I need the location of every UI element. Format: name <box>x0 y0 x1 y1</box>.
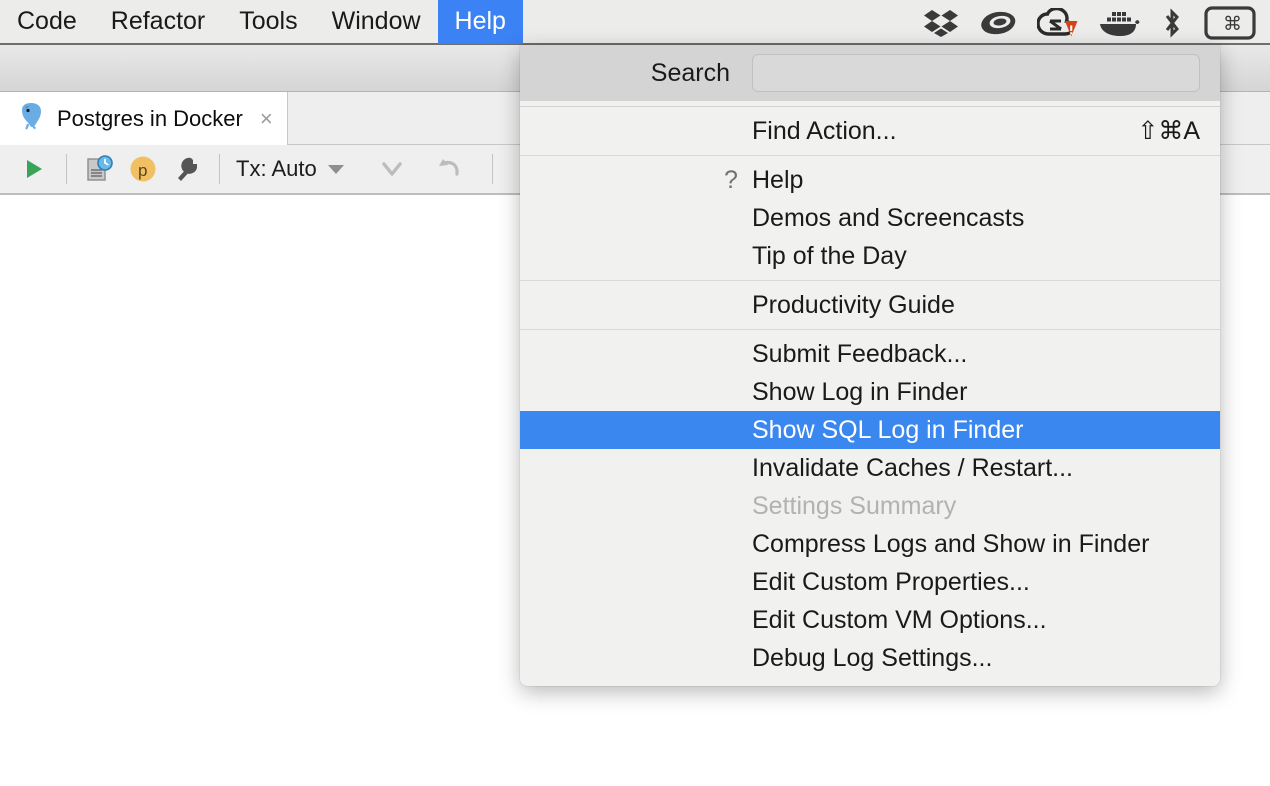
menu-item-label: Show SQL Log in Finder <box>752 415 1024 444</box>
menu-item-edit-custom-vm-options[interactable]: Edit Custom VM Options... <box>520 601 1220 639</box>
menu-bar-item-help[interactable]: Help <box>437 0 523 44</box>
menu-item-compress-logs-and-show-in-finder[interactable]: Compress Logs and Show in Finder <box>520 525 1220 563</box>
run-play-icon[interactable] <box>12 147 56 191</box>
help-menu-groups: Find Action... ⇧⌘A? Help Demos and Screenca… <box>520 106 1220 677</box>
menu-bar-item-window[interactable]: Window <box>315 0 438 44</box>
dropbox-icon[interactable] <box>923 9 959 37</box>
menu-bar-item-code[interactable]: Code <box>0 0 94 44</box>
menu-bar-tray: ⌘ <box>923 0 1264 45</box>
menu-separator <box>520 155 1220 156</box>
editor-tab-label: Postgres in Docker <box>57 105 243 131</box>
toolbar-separator <box>219 154 220 184</box>
commit-chevron-down-icon[interactable] <box>370 147 414 191</box>
menu-item-label: Compress Logs and Show in Finder <box>752 529 1150 558</box>
menu-bar-item-refactor[interactable]: Refactor <box>94 0 222 44</box>
menu-bar-items: Code Refactor Tools Window Help <box>0 0 523 44</box>
menu-item-label: Find Action... <box>752 116 897 145</box>
menu-item-show-log-in-finder[interactable]: Show Log in Finder <box>520 373 1220 411</box>
menu-item-settings-summary: Settings Summary <box>520 487 1220 525</box>
menu-item-label: Show Log in Finder <box>752 377 968 406</box>
transaction-mode-label[interactable]: Tx: Auto <box>236 156 317 182</box>
menu-item-productivity-guide[interactable]: Productivity Guide <box>520 286 1220 324</box>
menu-bar-item-tools[interactable]: Tools <box>222 0 314 44</box>
menu-search-row: Search <box>520 45 1220 101</box>
menu-item-demos-and-screencasts[interactable]: Demos and Screencasts <box>520 199 1220 237</box>
toolbar-separator <box>66 154 67 184</box>
command-key-icon[interactable]: ⌘ <box>1204 5 1256 40</box>
menu-item-label: Edit Custom Properties... <box>752 567 1030 596</box>
menu-item-show-sql-log-in-finder[interactable]: Show SQL Log in Finder <box>520 411 1220 449</box>
rollback-undo-icon[interactable] <box>426 147 470 191</box>
help-dropdown-menu: Search Find Action... ⇧⌘A? Help Demos and S… <box>520 45 1220 686</box>
menu-item-label: Help <box>752 165 804 194</box>
bluetooth-icon[interactable] <box>1159 7 1185 39</box>
menu-separator <box>520 280 1220 281</box>
menu-item-tip-of-the-day[interactable]: Tip of the Day <box>520 237 1220 275</box>
menu-item-label: Tip of the Day <box>752 241 907 270</box>
menu-separator <box>520 329 1220 330</box>
menu-search-label: Search <box>650 58 730 87</box>
svg-text:⌘: ⌘ <box>1223 14 1242 35</box>
query-history-icon[interactable] <box>77 147 121 191</box>
menu-search-input[interactable] <box>752 54 1200 92</box>
close-icon[interactable]: × <box>260 106 273 132</box>
screen: Code Refactor Tools Window Help ⌘ Postgr… <box>0 0 1270 786</box>
menu-item-label: Debug Log Settings... <box>752 643 993 672</box>
postgres-elephant-icon <box>16 101 46 136</box>
menu-item-label: Settings Summary <box>752 491 957 520</box>
menu-item-help[interactable]: ? Help <box>520 161 1220 199</box>
docker-whale-icon[interactable] <box>1098 9 1140 37</box>
menu-separator <box>520 106 1220 107</box>
svg-text:p: p <box>138 161 147 180</box>
menu-item-label: Demos and Screencasts <box>752 203 1025 232</box>
menu-item-shortcut: ⇧⌘A <box>1137 117 1200 145</box>
question-mark-icon: ? <box>724 165 738 194</box>
profile-p-icon[interactable]: p <box>121 147 165 191</box>
menu-item-label: Edit Custom VM Options... <box>752 605 1047 634</box>
menu-item-find-action[interactable]: Find Action... ⇧⌘A <box>520 112 1220 150</box>
mouse-icon[interactable] <box>978 10 1018 36</box>
menu-item-debug-log-settings[interactable]: Debug Log Settings... <box>520 639 1220 677</box>
menu-item-edit-custom-properties[interactable]: Edit Custom Properties... <box>520 563 1220 601</box>
adobe-creative-cloud-warning-icon[interactable] <box>1037 7 1079 38</box>
menu-item-label: Invalidate Caches / Restart... <box>752 453 1073 482</box>
menu-item-submit-feedback[interactable]: Submit Feedback... <box>520 335 1220 373</box>
wrench-icon[interactable] <box>165 147 209 191</box>
editor-tab-postgres-in-docker[interactable]: Postgres in Docker × <box>0 92 288 145</box>
macos-menu-bar: Code Refactor Tools Window Help ⌘ <box>0 0 1270 45</box>
toolbar-separator <box>491 154 493 184</box>
menu-item-invalidate-caches-restart[interactable]: Invalidate Caches / Restart... <box>520 449 1220 487</box>
chevron-down-icon[interactable] <box>327 164 344 174</box>
menu-item-label: Productivity Guide <box>752 290 955 319</box>
menu-item-label: Submit Feedback... <box>752 339 968 368</box>
